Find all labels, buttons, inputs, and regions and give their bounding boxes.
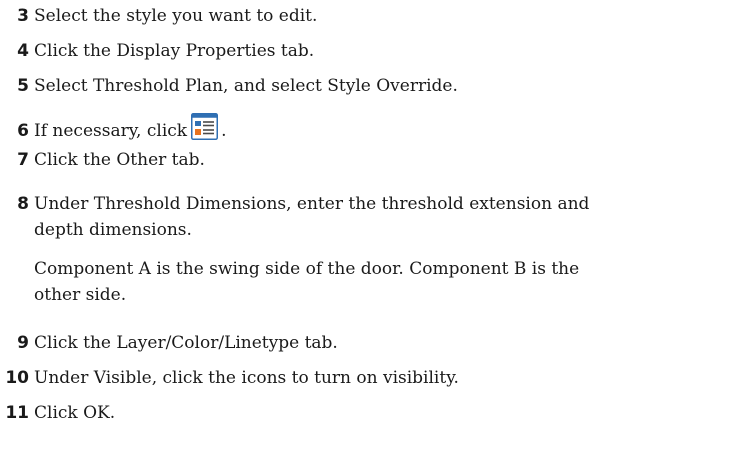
step-number: 11 (5, 403, 29, 423)
step-number: 9 (17, 333, 29, 353)
step-number: 3 (17, 6, 29, 26)
step-text: Under Visible, click the icons to turn o… (34, 368, 459, 388)
step-text: Click OK. (34, 403, 116, 423)
step-8: 8 Under Threshold Dimensions, enter the t… (0, 192, 589, 216)
step-text: Select Threshold Plan, and select Style … (34, 76, 458, 96)
step-text: Under Threshold Dimensions, enter the th… (34, 194, 590, 214)
step-number: 10 (5, 368, 29, 388)
step-4: 4 Click the Display Properties tab. (0, 39, 314, 63)
step-8-note-line-1: Component A is the swing side of the doo… (34, 259, 580, 279)
step-text-end: . (221, 121, 227, 141)
step-number: 5 (17, 76, 29, 96)
step-9: 9 Click the Layer/Color/Linetype tab. (0, 331, 338, 355)
step-text: Click the Display Properties tab. (34, 41, 315, 61)
step-text: Click the Other tab. (34, 150, 205, 170)
step-11: 11 Click OK. (0, 401, 115, 425)
step-7: 7 Click the Other tab. (0, 148, 205, 172)
display-properties-icon (191, 113, 219, 140)
step-number: 4 (17, 41, 29, 61)
step-text: Click the Layer/Color/Linetype tab. (34, 333, 338, 353)
step-8-note-line-2: other side. (34, 285, 127, 305)
step-text: Select the style you want to edit. (34, 6, 318, 26)
step-number: 7 (17, 150, 29, 170)
step-number: 8 (17, 194, 29, 214)
step-number: 6 (17, 121, 29, 141)
step-5: 5 Select Threshold Plan, and select Style… (0, 74, 458, 98)
step-8-continuation: depth dimensions. (34, 220, 192, 240)
step-6: 6 If necessary, click . (0, 113, 227, 143)
step-10: 10 Under Visible, click the icons to turn… (0, 366, 459, 390)
step-3: 3 Select the style you want to edit. (0, 4, 317, 28)
step-text: If necessary, click (34, 121, 188, 141)
document-page: 3 Select the style you want to edit. 4 Cli… (0, 0, 755, 471)
